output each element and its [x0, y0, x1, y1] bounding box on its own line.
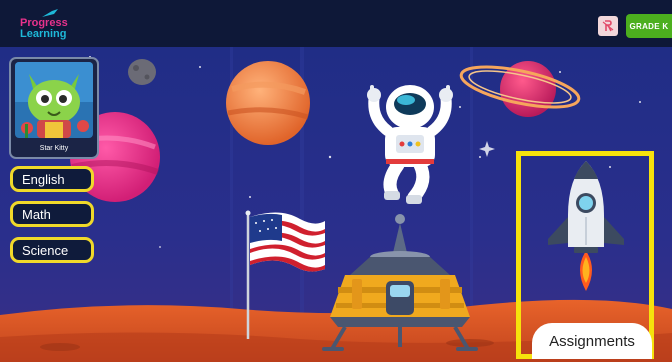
avatar-card[interactable]: Star Kitty: [9, 57, 99, 159]
progress-learning-logo[interactable]: Progress Learning: [18, 8, 88, 40]
grade-button[interactable]: GRADE K: [626, 14, 672, 38]
english-button[interactable]: English: [10, 166, 94, 192]
math-button[interactable]: Math: [10, 201, 94, 227]
avatar-name: Star Kitty: [39, 145, 69, 152]
assignments-button[interactable]: Assignments: [532, 323, 652, 359]
accessibility-icon[interactable]: [598, 16, 618, 36]
science-button[interactable]: Science: [10, 237, 94, 263]
avatar: [15, 62, 93, 138]
logo-text-learning: Learning: [20, 28, 67, 40]
app-frame: Progress Learning GRADE K Star Kitty Eng…: [0, 0, 672, 362]
top-bar: Progress Learning GRADE K: [0, 0, 672, 47]
